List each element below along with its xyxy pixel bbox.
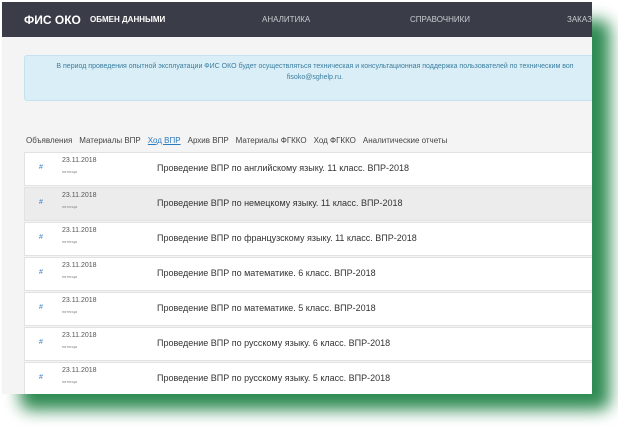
- item-day: пятница: [62, 344, 78, 349]
- hash-link[interactable]: #: [39, 339, 43, 346]
- item-title[interactable]: Проведение ВПР по математике. 5 класс. В…: [157, 303, 376, 313]
- tab-3[interactable]: Архив ВПР: [188, 136, 229, 145]
- item-title[interactable]: Проведение ВПР по французскому языку. 11…: [157, 233, 417, 243]
- item-date: 23.11.2018: [62, 332, 97, 339]
- info-banner: В период проведения опытной эксплуатации…: [24, 55, 592, 101]
- banner-email[interactable]: fisoko@sghelp.ru.: [25, 72, 592, 83]
- item-title[interactable]: Проведение ВПР по английскому языку. 11 …: [157, 163, 409, 173]
- item-title[interactable]: Проведение ВПР по немецкому языку. 11 кл…: [157, 198, 402, 208]
- list-item[interactable]: # 23.11.2018 пятница Проведение ВПР по м…: [24, 292, 592, 326]
- tabs: Объявления Материалы ВПР Ход ВПР Архив ВПР М…: [26, 136, 447, 145]
- logo[interactable]: ФИС ОКО: [24, 13, 81, 27]
- nav-exchange[interactable]: ОБМЕН ДАННЫМИ: [90, 15, 165, 24]
- item-day: пятница: [62, 204, 78, 209]
- page: ФИС ОКО ОБМЕН ДАННЫМИ АНАЛИТИКА СПРАВОЧН…: [2, 2, 592, 394]
- item-day: пятница: [62, 169, 78, 174]
- item-date: 23.11.2018: [62, 227, 97, 234]
- item-date: 23.11.2018: [62, 192, 97, 199]
- tab-0[interactable]: Объявления: [26, 136, 72, 145]
- list-item[interactable]: # 23.11.2018 пятница Проведение ВПР по м…: [24, 257, 592, 291]
- list-item[interactable]: # 23.11.2018 пятница Проведение ВПР по р…: [24, 327, 592, 361]
- nav-references[interactable]: СПРАВОЧНИКИ: [410, 15, 470, 24]
- banner-text: В период проведения опытной эксплуатации…: [56, 63, 574, 70]
- item-date: 23.11.2018: [62, 297, 97, 304]
- hash-link[interactable]: #: [39, 234, 43, 241]
- item-date: 23.11.2018: [62, 262, 97, 269]
- hash-link[interactable]: #: [39, 304, 43, 311]
- nav-analytics[interactable]: АНАЛИТИКА: [262, 15, 310, 24]
- item-day: пятница: [62, 309, 78, 314]
- item-title[interactable]: Проведение ВПР по русскому языку. 5 клас…: [157, 373, 390, 383]
- item-title[interactable]: Проведение ВПР по математике. 6 класс. В…: [157, 268, 376, 278]
- tab-2[interactable]: Ход ВПР: [148, 136, 181, 145]
- list-item[interactable]: # 23.11.2018 пятница Проведение ВПР по р…: [24, 362, 592, 394]
- tab-4[interactable]: Материалы ФГККО: [236, 136, 307, 145]
- tab-6[interactable]: Аналитические отчеты: [363, 136, 447, 145]
- top-nav: ФИС ОКО ОБМЕН ДАННЫМИ АНАЛИТИКА СПРАВОЧН…: [2, 2, 592, 37]
- item-day: пятница: [62, 274, 78, 279]
- tab-5[interactable]: Ход ФГККО: [314, 136, 356, 145]
- list-item[interactable]: # 23.11.2018 пятница Проведение ВПР по ф…: [24, 222, 592, 256]
- item-date: 23.11.2018: [62, 157, 97, 164]
- nav-order[interactable]: ЗАКАЗ: [567, 15, 592, 24]
- hash-link[interactable]: #: [39, 374, 43, 381]
- list-item[interactable]: # 23.11.2018 пятница Проведение ВПР по а…: [24, 152, 592, 186]
- list-item[interactable]: # 23.11.2018 пятница Проведение ВПР по н…: [24, 187, 592, 221]
- hash-link[interactable]: #: [39, 164, 43, 171]
- item-title[interactable]: Проведение ВПР по русскому языку. 6 клас…: [157, 338, 390, 348]
- hash-link[interactable]: #: [39, 199, 43, 206]
- item-day: пятница: [62, 239, 78, 244]
- item-date: 23.11.2018: [62, 367, 97, 374]
- hash-link[interactable]: #: [39, 269, 43, 276]
- tab-1[interactable]: Материалы ВПР: [79, 136, 140, 145]
- item-day: пятница: [62, 379, 78, 384]
